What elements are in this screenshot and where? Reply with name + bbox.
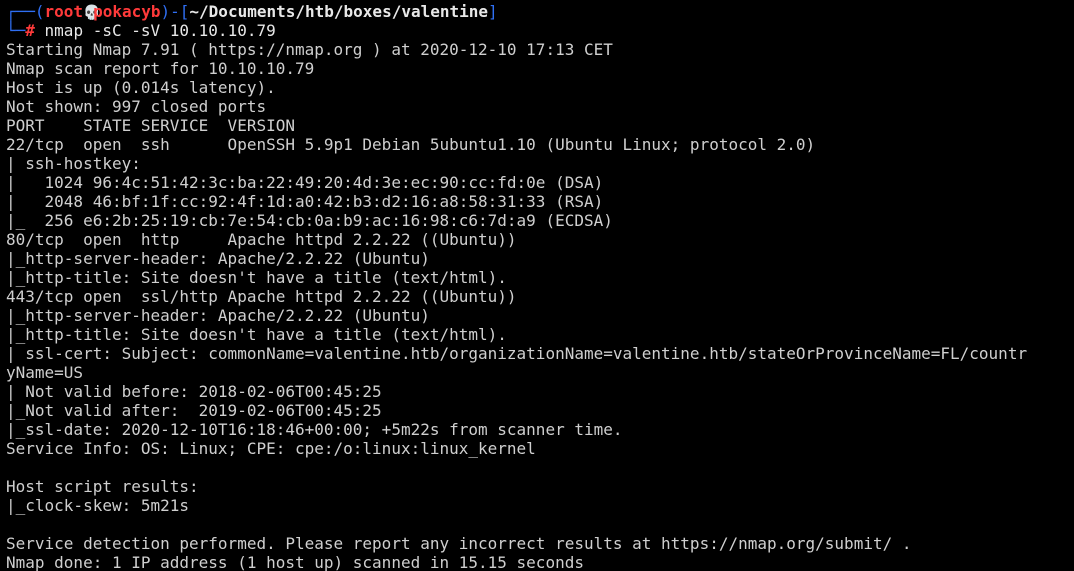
output-line: Nmap scan report for 10.10.10.79 bbox=[6, 59, 315, 78]
output-line: | 1024 96:4c:51:42:3c:ba:22:49:20:4d:3e:… bbox=[6, 173, 604, 192]
terminal-window[interactable]: ┌──(root💀pokacyb)-[~/Documents/htb/boxes… bbox=[0, 0, 1074, 571]
output-line: 443/tcp open ssl/http Apache httpd 2.2.2… bbox=[6, 287, 517, 306]
output-line: |_clock-skew: 5m21s bbox=[6, 496, 190, 515]
prompt-line-1: ┌──(root💀pokacyb)-[~/Documents/htb/boxes… bbox=[6, 2, 1074, 21]
output-line: |_http-server-header: Apache/2.2.22 (Ubu… bbox=[6, 249, 430, 268]
output-line: | ssh-hostkey: bbox=[6, 154, 141, 173]
output-line: Nmap done: 1 IP address (1 host up) scan… bbox=[6, 553, 584, 571]
output-line: | 2048 46:bf:1f:cc:92:4f:1d:a0:42:b3:d2:… bbox=[6, 192, 604, 211]
output-line: 80/tcp open http Apache httpd 2.2.22 ((U… bbox=[6, 230, 517, 249]
prompt-cwd: ~/Documents/htb/boxes/valentine bbox=[189, 2, 489, 21]
output-line: | Not valid before: 2018-02-06T00:45:25 bbox=[6, 382, 382, 401]
command-output: Starting Nmap 7.91 ( https://nmap.org ) … bbox=[6, 40, 1074, 571]
prompt-bracket-close: ] bbox=[488, 2, 498, 21]
output-line: | ssl-cert: Subject: commonName=valentin… bbox=[6, 344, 1028, 363]
output-line: 22/tcp open ssh OpenSSH 5.9p1 Debian 5ub… bbox=[6, 135, 816, 154]
output-line: |_http-title: Site doesn't have a title … bbox=[6, 325, 507, 344]
prompt-user: root bbox=[44, 2, 84, 21]
output-line: Not shown: 997 closed ports bbox=[6, 97, 267, 116]
prompt-symbol: # bbox=[25, 21, 35, 40]
output-line: |_http-title: Site doesn't have a title … bbox=[6, 268, 507, 287]
output-line: yName=US bbox=[6, 363, 84, 382]
prompt-bracket-mid: )-[ bbox=[160, 2, 190, 21]
output-line: PORT STATE SERVICE VERSION bbox=[6, 116, 295, 135]
output-line: Service detection performed. Please repo… bbox=[6, 534, 912, 553]
command-text: nmap -sC -sV 10.10.10.79 bbox=[34, 21, 276, 40]
output-line: |_ 256 e6:2b:25:19:cb:7e:54:cb:0a:b9:ac:… bbox=[6, 211, 613, 230]
output-line: Host is up (0.014s latency). bbox=[6, 78, 276, 97]
output-line: |_ssl-date: 2020-12-10T16:18:46+00:00; +… bbox=[6, 420, 623, 439]
prompt-corner: └─ bbox=[6, 21, 26, 40]
output-line: Starting Nmap 7.91 ( https://nmap.org ) … bbox=[6, 40, 613, 59]
prompt-host: pokacyb bbox=[93, 2, 161, 21]
output-line: |_http-server-header: Apache/2.2.22 (Ubu… bbox=[6, 306, 430, 325]
prompt-line-2: └─# nmap -sC -sV 10.10.10.79 bbox=[6, 21, 1074, 40]
output-line: |_Not valid after: 2019-02-06T00:45:25 bbox=[6, 401, 382, 420]
output-line: Service Info: OS: Linux; CPE: cpe:/o:lin… bbox=[6, 439, 536, 458]
output-line: Host script results: bbox=[6, 477, 199, 496]
prompt-bracket-open: ┌──( bbox=[6, 2, 45, 21]
